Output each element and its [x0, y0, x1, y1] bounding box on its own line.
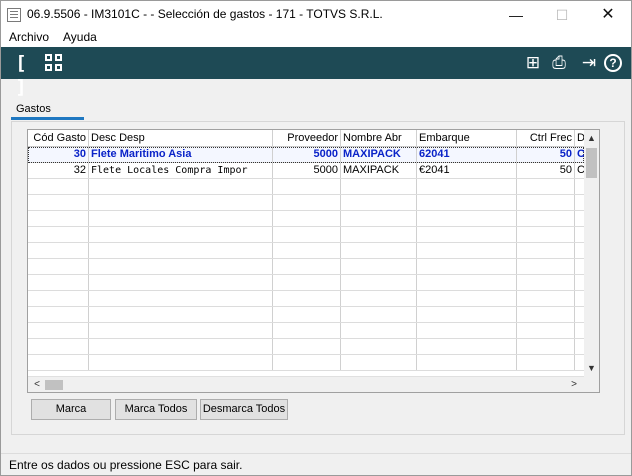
expand-brackets-icon[interactable]: [ ]: [9, 51, 33, 98]
exit-icon[interactable]: ⇥: [577, 51, 601, 75]
col-header-cod-gasto[interactable]: Cód Gasto: [28, 130, 89, 147]
col-header-ctrl-frec[interactable]: Ctrl Frec: [517, 130, 575, 147]
marca-button[interactable]: Marca: [31, 399, 111, 420]
menu-archivo[interactable]: Archivo: [9, 30, 49, 44]
empty-row: [28, 259, 584, 275]
col-header-proveedor[interactable]: Proveedor: [273, 130, 341, 147]
cell-desc-desp: Flete Locales Compra Impor: [89, 163, 273, 178]
col-header-desc-desp[interactable]: Desc Desp: [89, 130, 273, 147]
empty-row: [28, 307, 584, 323]
cell-proveedor: 5000: [273, 163, 341, 178]
cell-embarque: 62041: [417, 147, 517, 162]
empty-row: [28, 195, 584, 211]
col-header-d[interactable]: D: [575, 130, 584, 147]
empty-row: [28, 355, 584, 371]
cell-cod-gasto: 32: [28, 163, 89, 178]
app-window-icon: [7, 8, 21, 22]
scrollbar-corner: [584, 376, 599, 392]
application-window: 06.9.5506 - IM3101C - - Selección de gas…: [0, 0, 632, 476]
printer-icon[interactable]: ⎙: [547, 51, 571, 75]
tree-structure-icon[interactable]: ⊞: [521, 51, 545, 75]
scroll-up-icon[interactable]: ▲: [584, 131, 599, 146]
window-title: 06.9.5506 - IM3101C - - Selección de gas…: [27, 7, 383, 21]
toolbar: [ ] ⊞ ⎙ ⇥ ?: [1, 47, 631, 98]
col-header-nombre-abr[interactable]: Nombre Abr: [341, 130, 417, 147]
col-header-embarque[interactable]: Embarque: [417, 130, 517, 147]
maximize-button[interactable]: ☐: [539, 1, 585, 29]
status-message: Entre os dados ou pressione ESC para sai…: [9, 458, 243, 472]
horizontal-scroll-thumb[interactable]: [45, 380, 63, 390]
cell-proveedor: 5000: [273, 147, 341, 162]
grid-header: Cód Gasto Desc Desp Proveedor Nombre Abr…: [28, 130, 584, 147]
empty-row: [28, 179, 584, 195]
grid-view-icon[interactable]: [41, 51, 65, 75]
scroll-right-icon[interactable]: >: [566, 377, 582, 392]
expense-grid[interactable]: Cód Gasto Desc Desp Proveedor Nombre Abr…: [27, 129, 600, 393]
cell-d: C: [575, 147, 584, 162]
scroll-left-icon[interactable]: <: [29, 377, 45, 392]
vertical-scrollbar[interactable]: ▲ ▼: [584, 130, 599, 376]
menu-bar: Archivo Ayuda: [1, 29, 631, 47]
cell-d: C: [575, 163, 584, 178]
cell-desc-desp: Flete Maritimo Asia: [89, 147, 273, 162]
empty-row: [28, 227, 584, 243]
cell-cod-gasto: 30: [28, 147, 89, 162]
minimize-button[interactable]: —: [493, 1, 539, 29]
empty-row: [28, 243, 584, 259]
empty-row: [28, 211, 584, 227]
table-row[interactable]: 32 Flete Locales Compra Impor 5000 MAXIP…: [28, 163, 584, 179]
tab-gastos-label: Gastos: [16, 103, 51, 115]
cell-embarque: €2041: [417, 163, 517, 178]
empty-row: [28, 323, 584, 339]
close-button[interactable]: ✕: [585, 1, 631, 29]
vertical-scroll-thumb[interactable]: [586, 148, 597, 178]
empty-row: [28, 339, 584, 355]
tab-gastos[interactable]: Gastos: [11, 101, 84, 121]
cell-nombre-abr: MAXIPACK: [341, 147, 417, 162]
table-row[interactable]: 30 Flete Maritimo Asia 5000 MAXIPACK 620…: [28, 147, 584, 163]
help-icon[interactable]: ?: [604, 54, 622, 72]
status-bar: Entre os dados ou pressione ESC para sai…: [1, 453, 631, 475]
cell-ctrl-frec: 50: [517, 163, 575, 178]
marca-todos-button[interactable]: Marca Todos: [115, 399, 197, 420]
tab-active-indicator: [11, 117, 84, 120]
cell-ctrl-frec: 50: [517, 147, 575, 162]
empty-row: [28, 291, 584, 307]
grid-rows: 30 Flete Maritimo Asia 5000 MAXIPACK 620…: [28, 147, 584, 376]
cell-nombre-abr: MAXIPACK: [341, 163, 417, 178]
desmarca-todos-button[interactable]: Desmarca Todos: [200, 399, 288, 420]
title-bar: 06.9.5506 - IM3101C - - Selección de gas…: [1, 1, 631, 29]
menu-ayuda[interactable]: Ayuda: [63, 30, 97, 44]
horizontal-scrollbar[interactable]: < >: [28, 376, 584, 392]
scroll-down-icon[interactable]: ▼: [584, 361, 599, 376]
empty-row: [28, 275, 584, 291]
